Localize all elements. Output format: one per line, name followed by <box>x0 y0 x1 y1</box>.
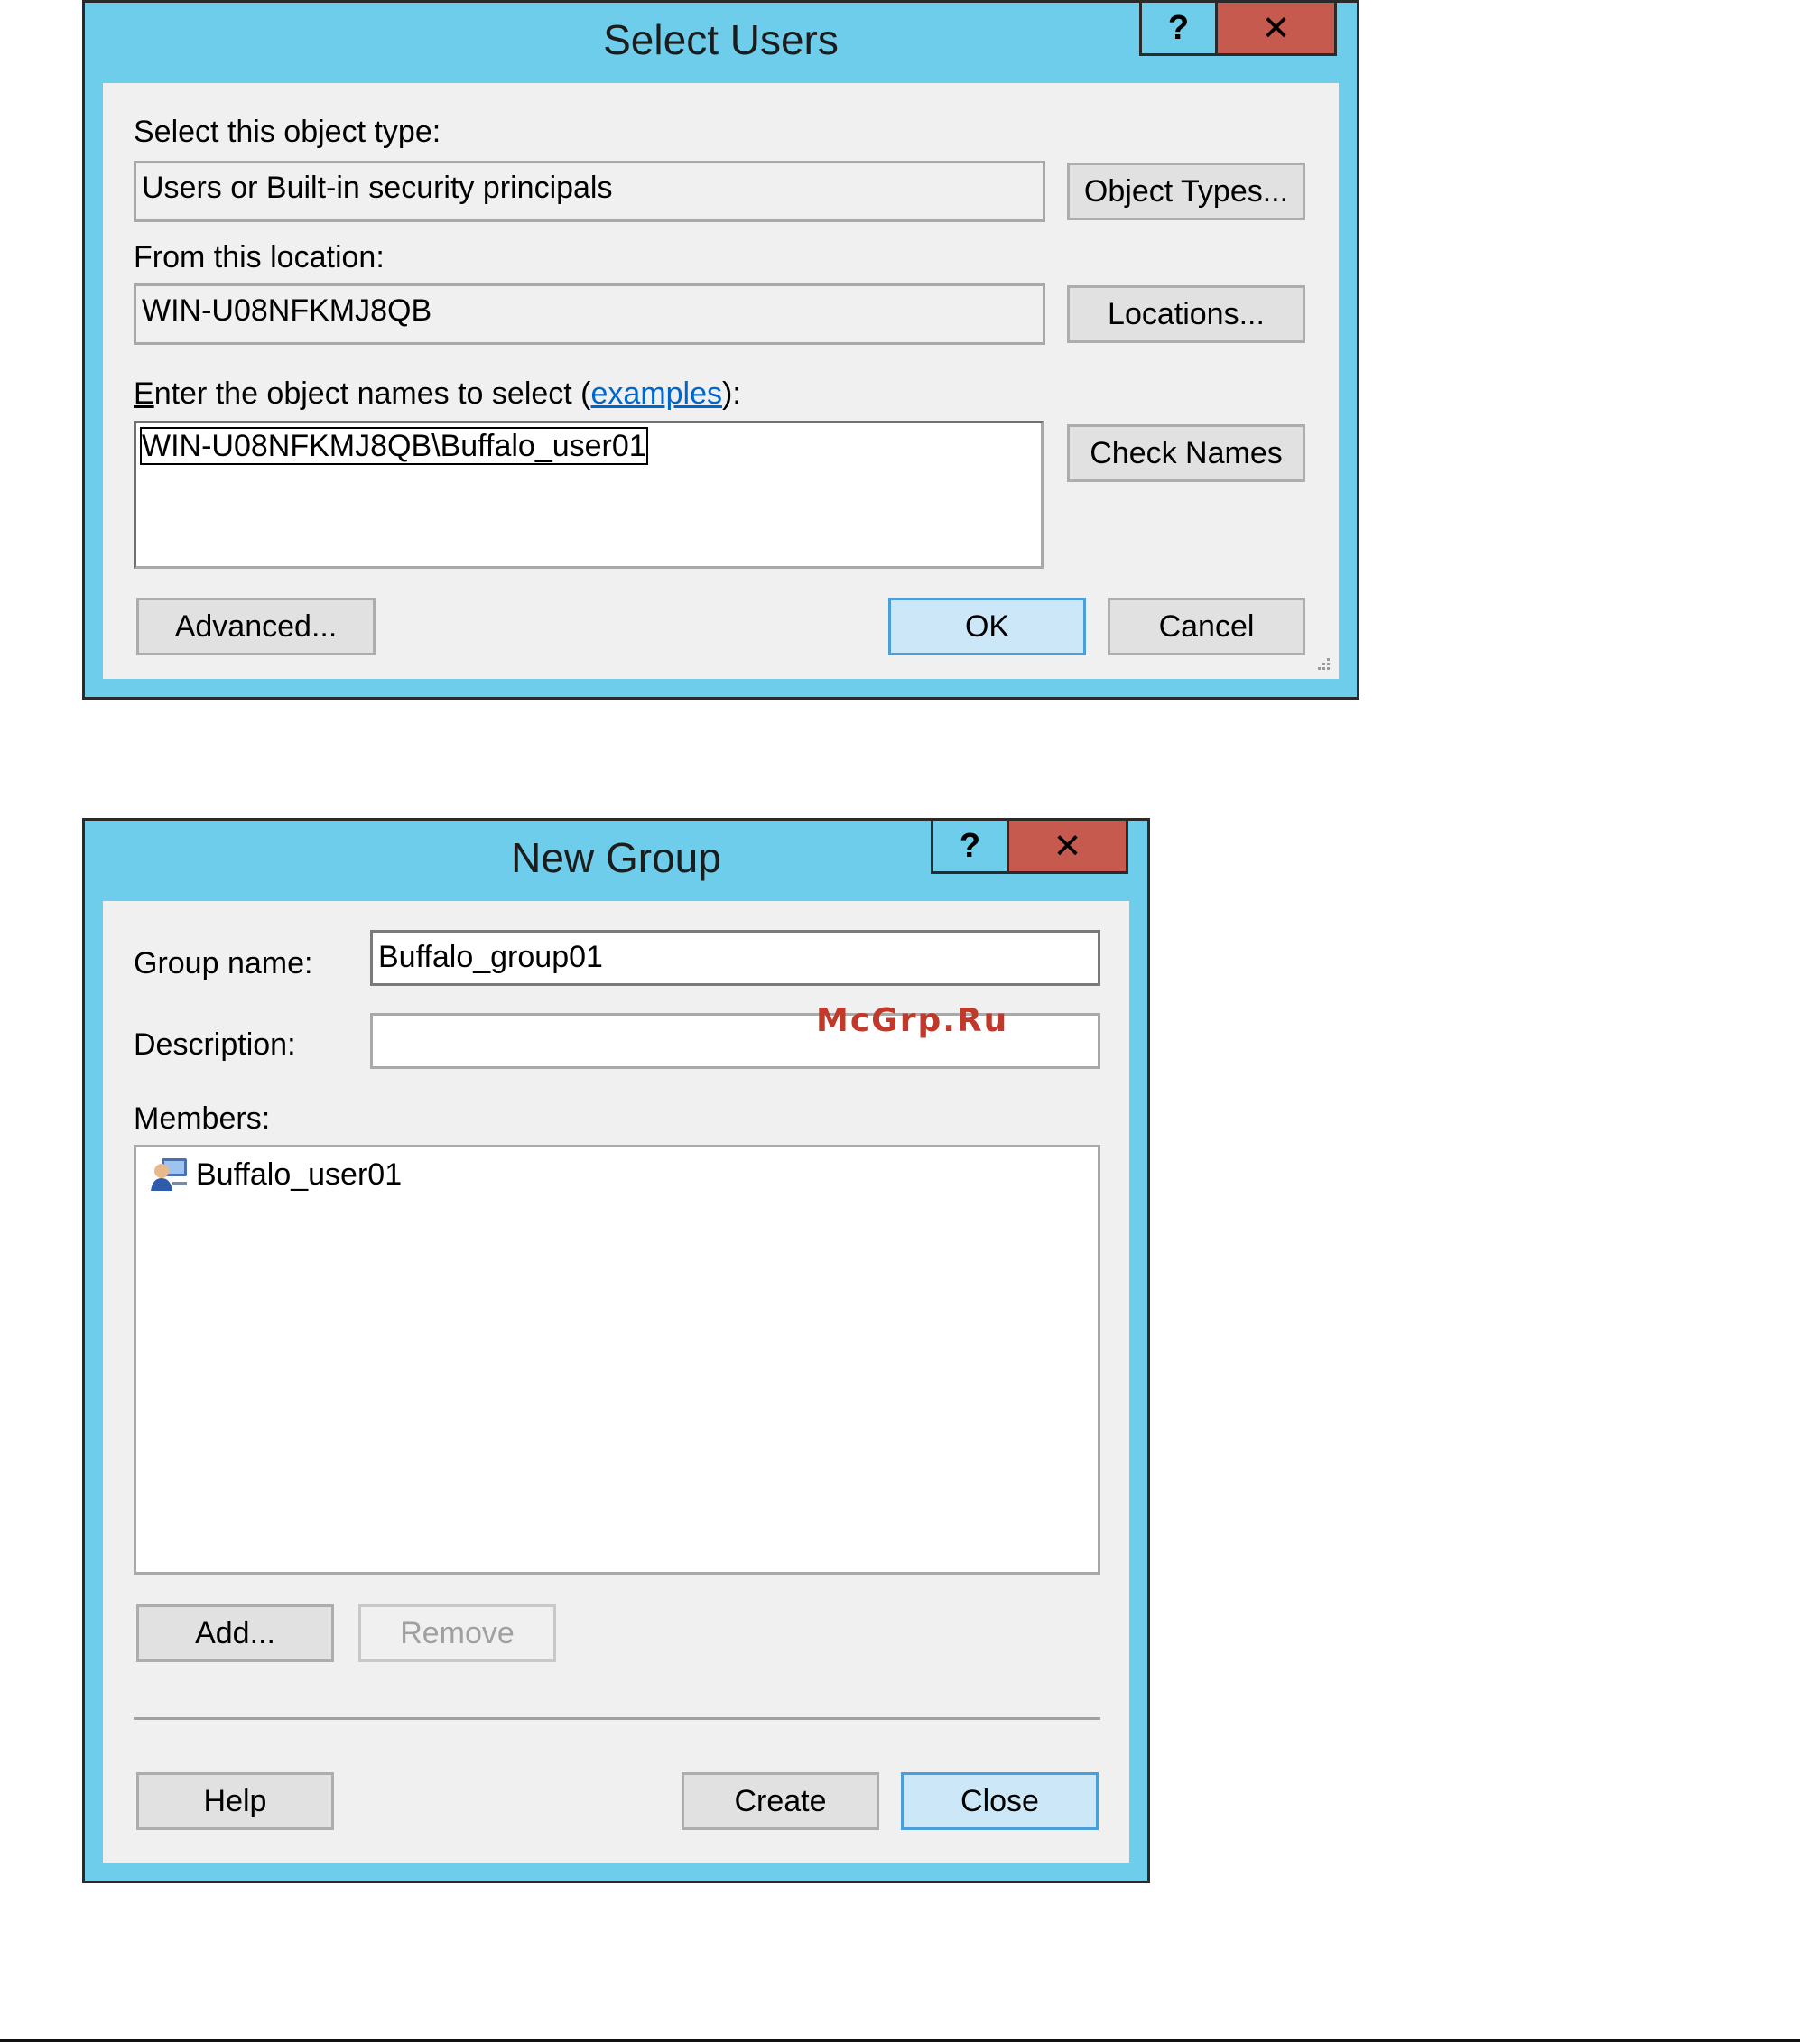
dialog-client-area: Select this object type: Users or Built-… <box>103 83 1339 679</box>
help-button[interactable]: Help <box>136 1772 334 1830</box>
help-icon: ? <box>1167 8 1190 47</box>
location-field: WIN-U08NFKMJ8QB <box>134 283 1045 345</box>
page-bottom-rule <box>0 2039 1800 2042</box>
locations-button[interactable]: Locations... <box>1067 285 1305 343</box>
location-label: From this location: <box>134 240 385 274</box>
object-type-label: Select this object type: <box>134 115 441 149</box>
object-names-label-end: ): <box>722 376 741 411</box>
close-icon: ✕ <box>1261 9 1291 48</box>
select-users-dialog: Select Users ? ✕ Select this object type… <box>82 0 1359 700</box>
accelerator-letter: E <box>134 376 154 411</box>
close-icon: ✕ <box>1053 827 1082 866</box>
group-name-input[interactable]: Buffalo_group01 <box>370 930 1100 986</box>
member-name: Buffalo_user01 <box>196 1157 403 1192</box>
check-names-button[interactable]: Check Names <box>1067 424 1305 482</box>
ok-button[interactable]: OK <box>888 598 1086 655</box>
title-bar: Select Users ? ✕ <box>85 0 1357 84</box>
help-icon: ? <box>959 826 981 865</box>
resize-grip-icon[interactable] <box>1312 654 1331 674</box>
title-bar: New Group ? ✕ <box>85 818 1147 902</box>
cancel-button[interactable]: Cancel <box>1108 598 1305 655</box>
object-names-label-text: nter the object names to select ( <box>153 376 591 411</box>
description-label: Description: <box>134 1027 296 1062</box>
object-name-entry: WIN-U08NFKMJ8QB\Buffalo_user01 <box>140 427 648 465</box>
list-item[interactable]: Buffalo_user01 <box>149 1155 402 1194</box>
new-group-dialog: New Group ? ✕ Group name: Buffalo_group0… <box>82 818 1150 1883</box>
object-types-button[interactable]: Object Types... <box>1067 163 1305 220</box>
add-member-button[interactable]: Add... <box>136 1604 334 1662</box>
members-list[interactable]: Buffalo_user01 <box>134 1145 1100 1575</box>
close-button[interactable]: Close <box>901 1772 1099 1830</box>
object-names-label: Enter the object names to select (exampl… <box>134 376 741 412</box>
object-type-field: Users or Built-in security principals <box>134 161 1045 222</box>
help-title-button[interactable]: ? <box>931 818 1009 874</box>
watermark-text: McGrp.Ru <box>816 1002 1009 1039</box>
close-title-button[interactable]: ✕ <box>1215 0 1337 56</box>
close-title-button[interactable]: ✕ <box>1007 818 1128 874</box>
examples-link[interactable]: examples <box>591 376 723 411</box>
help-title-button[interactable]: ? <box>1139 0 1218 56</box>
remove-member-button[interactable]: Remove <box>358 1604 556 1662</box>
create-button[interactable]: Create <box>682 1772 879 1830</box>
dialog-client-area: Group name: Buffalo_group01 Description:… <box>103 901 1129 1863</box>
object-names-input[interactable]: WIN-U08NFKMJ8QB\Buffalo_user01 <box>134 421 1044 569</box>
separator <box>134 1717 1100 1720</box>
group-name-label: Group name: <box>134 946 313 980</box>
user-icon <box>151 1158 187 1191</box>
advanced-button[interactable]: Advanced... <box>136 598 376 655</box>
members-label: Members: <box>134 1101 271 1136</box>
